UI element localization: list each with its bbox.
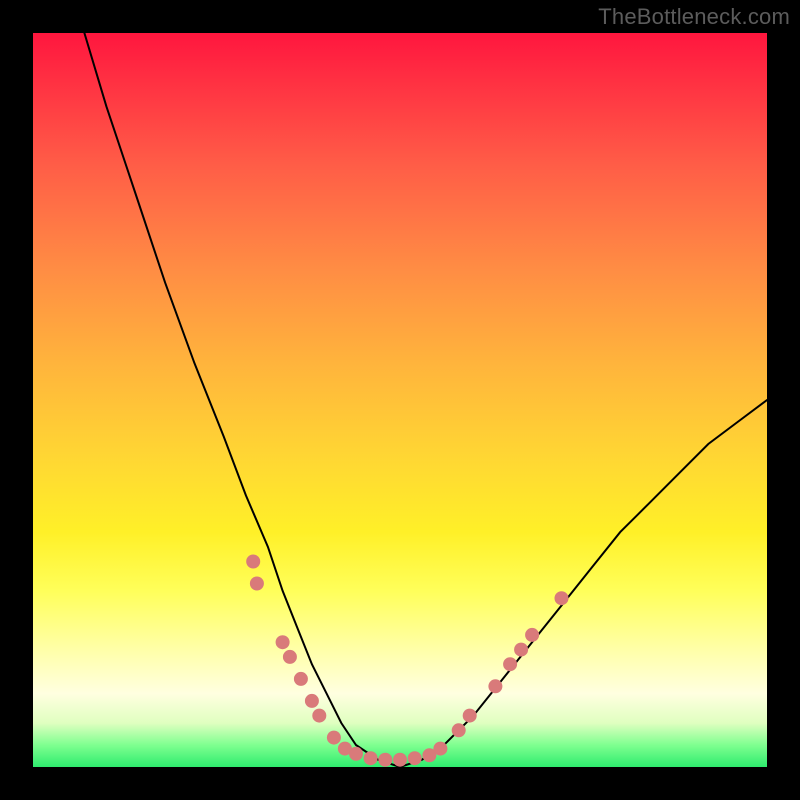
data-point: [514, 643, 528, 657]
data-point: [433, 742, 447, 756]
chart-frame: TheBottleneck.com: [0, 0, 800, 800]
data-point: [488, 679, 502, 693]
data-point: [525, 628, 539, 642]
data-point: [408, 751, 422, 765]
data-point: [305, 694, 319, 708]
data-point: [452, 723, 466, 737]
marker-layer: [246, 555, 568, 767]
data-point: [378, 753, 392, 767]
data-point: [283, 650, 297, 664]
data-point: [463, 709, 477, 723]
watermark-text: TheBottleneck.com: [598, 4, 790, 30]
data-point: [364, 751, 378, 765]
data-point: [246, 555, 260, 569]
plot-area: [33, 33, 767, 767]
chart-svg: [33, 33, 767, 767]
curve-path: [84, 33, 767, 767]
data-point: [327, 731, 341, 745]
data-point: [393, 753, 407, 767]
data-point: [503, 657, 517, 671]
data-point: [555, 591, 569, 605]
data-point: [294, 672, 308, 686]
data-point: [276, 635, 290, 649]
data-point: [250, 577, 264, 591]
curve-layer: [84, 33, 767, 767]
data-point: [349, 747, 363, 761]
data-point: [312, 709, 326, 723]
